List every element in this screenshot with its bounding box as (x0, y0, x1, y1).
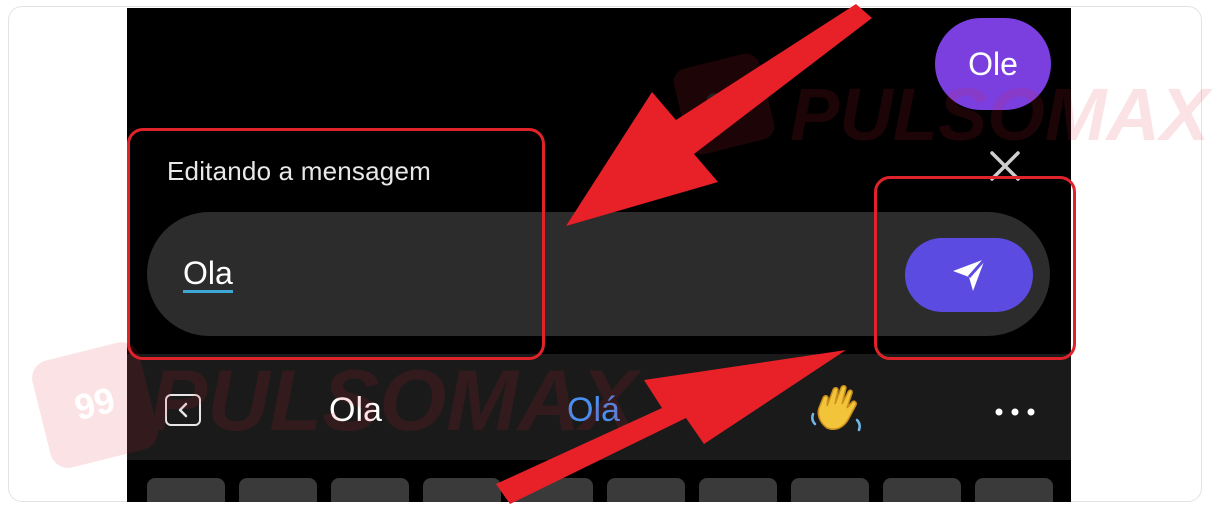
chevron-left-icon[interactable] (165, 394, 201, 426)
keyboard-suggestion-bar: Ola Olá (127, 354, 1071, 460)
highlight-send-button (874, 176, 1076, 360)
more-horizontal-icon[interactable] (995, 408, 1035, 416)
keyboard-key[interactable] (975, 478, 1053, 502)
suggestion-item[interactable]: Ola (329, 390, 382, 430)
keyboard-key[interactable] (791, 478, 869, 502)
keyboard-key[interactable] (239, 478, 317, 502)
highlight-edit-field (127, 128, 545, 360)
sent-message-bubble[interactable]: Ole (935, 18, 1051, 110)
keyboard-key[interactable] (147, 478, 225, 502)
keyboard-key[interactable] (699, 478, 777, 502)
keyboard-key[interactable] (883, 478, 961, 502)
keyboard-key[interactable] (515, 478, 593, 502)
keyboard-keys-row (127, 478, 1071, 502)
keyboard-key[interactable] (331, 478, 409, 502)
suggestion-item[interactable]: Olá (567, 390, 620, 430)
message-text: Ole (968, 45, 1018, 82)
keyboard-key[interactable] (423, 478, 501, 502)
keyboard-key[interactable] (607, 478, 685, 502)
waving-hand-emoji[interactable] (809, 384, 865, 436)
